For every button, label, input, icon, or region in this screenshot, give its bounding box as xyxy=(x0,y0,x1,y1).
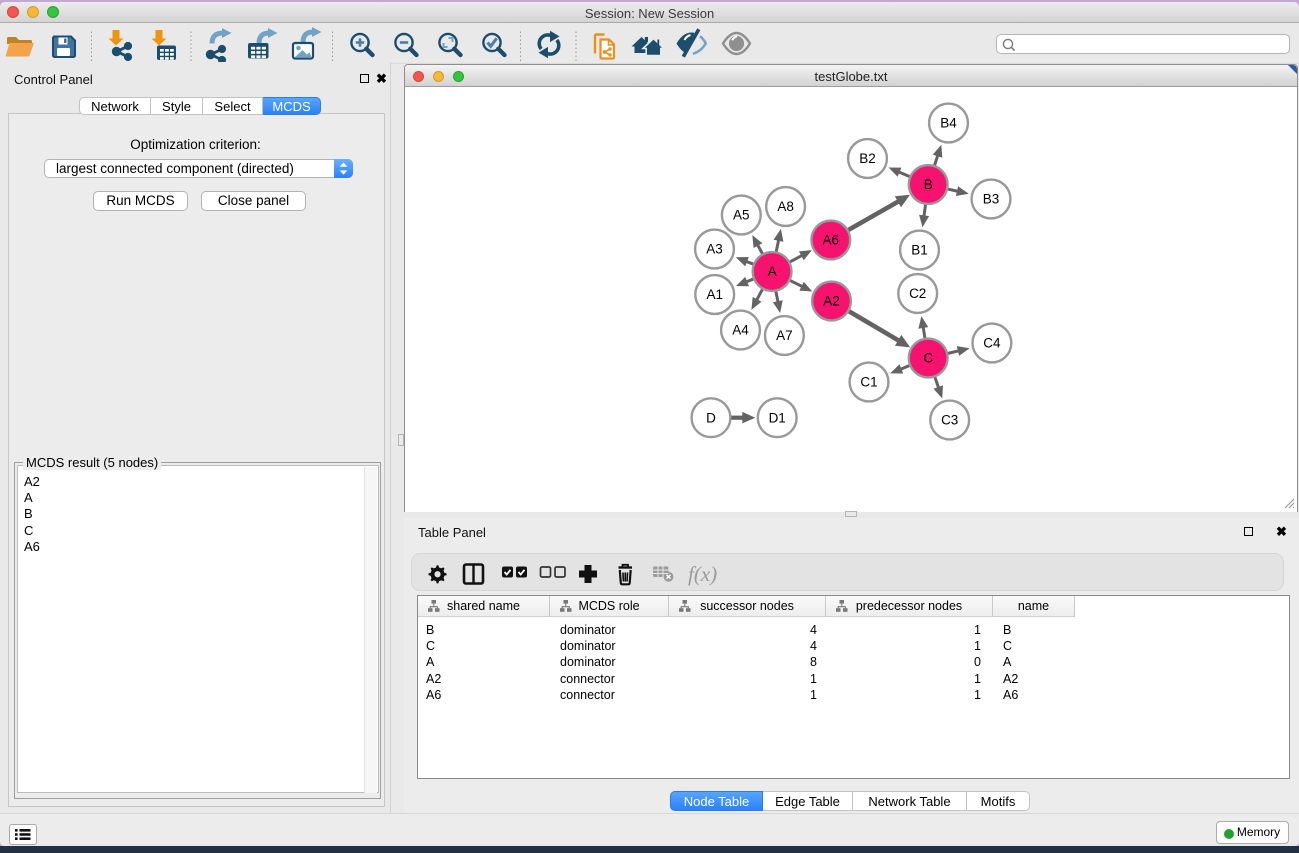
svg-text:B1: B1 xyxy=(911,243,928,258)
svg-text:A3: A3 xyxy=(706,242,723,257)
svg-text:B2: B2 xyxy=(859,151,876,166)
svg-text:C2: C2 xyxy=(909,286,926,301)
svg-text:A5: A5 xyxy=(733,208,750,223)
svg-text:A7: A7 xyxy=(776,328,793,343)
svg-text:A1: A1 xyxy=(706,287,723,302)
svg-text:B4: B4 xyxy=(940,116,957,131)
svg-text:D1: D1 xyxy=(769,410,786,425)
svg-text:C4: C4 xyxy=(983,336,1001,351)
svg-text:A: A xyxy=(768,264,777,279)
svg-text:A6: A6 xyxy=(823,233,840,248)
svg-text:A8: A8 xyxy=(777,199,794,214)
svg-text:f(x): f(x) xyxy=(688,562,717,586)
svg-text:D: D xyxy=(706,410,716,425)
svg-text:B: B xyxy=(924,177,933,192)
svg-text:C: C xyxy=(923,351,933,366)
svg-text:C3: C3 xyxy=(941,413,958,428)
svg-text:C1: C1 xyxy=(860,375,877,390)
svg-text:A4: A4 xyxy=(732,323,749,338)
svg-text:B3: B3 xyxy=(983,192,1000,207)
svg-text:A2: A2 xyxy=(823,294,840,309)
